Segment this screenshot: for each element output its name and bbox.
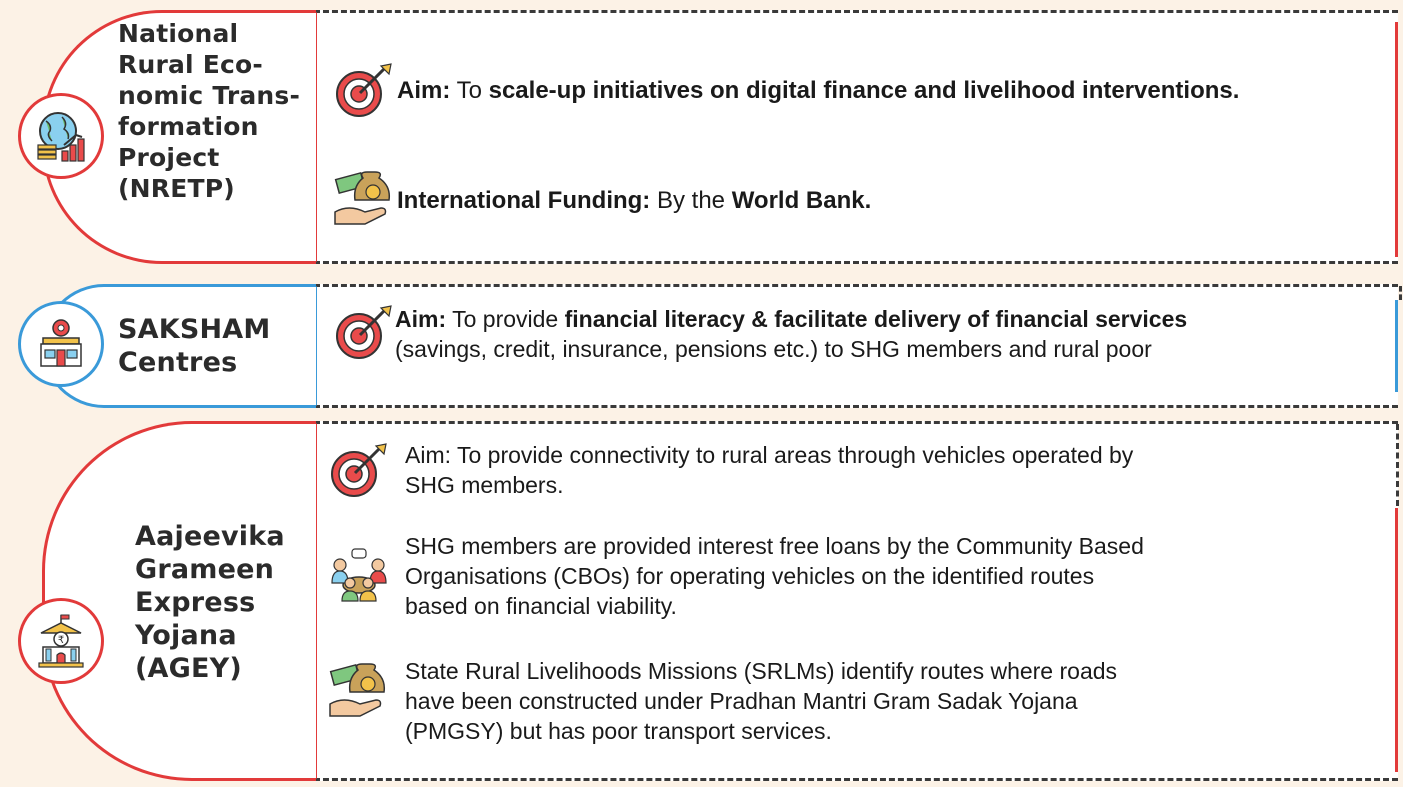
- saksham-aim-pre: To provide: [452, 306, 559, 332]
- nretp-aim-pre: To: [456, 77, 482, 104]
- saksham-aim-label: Aim:: [395, 306, 447, 332]
- agey-aim-item: Aim: To provide connectivity to rural ar…: [328, 440, 1133, 502]
- target-arrow-icon: [336, 63, 392, 117]
- group-meeting-icon: [331, 548, 387, 602]
- agey-loans-line-2: Organisations (CBOs) for operating vehic…: [405, 563, 1095, 589]
- saksham-left-dash: [1399, 286, 1402, 300]
- nretp-funding-item: International Funding: By the World Bank…: [333, 168, 871, 230]
- nretp-funding-pre: By the: [656, 187, 726, 214]
- nretp-icon-circle: [18, 93, 104, 179]
- agey-aim-line-1: Aim: To provide connectivity to rural ar…: [405, 442, 1134, 468]
- nretp-aim-item: Aim: To scale-up initiatives on digital …: [333, 60, 1239, 122]
- saksham-aim-bold: financial literacy & facilitate delivery…: [564, 306, 1188, 332]
- agey-routes-item: State Rural Livelihoods Missions (SRLMs)…: [328, 656, 1117, 746]
- nretp-aim-label: Aim:: [397, 77, 451, 104]
- agey-icon-circle: ₹: [18, 598, 104, 684]
- agey-loans-item: SHG members are provided interest free l…: [328, 531, 1144, 621]
- bank-gear-icon: [40, 319, 82, 367]
- agey-routes-line-2: have been constructed under Pradhan Mant…: [405, 688, 1078, 714]
- nretp-funding-label: International Funding:: [397, 187, 651, 214]
- globe-finance-icon: [37, 112, 85, 162]
- agey-routes-line-1: State Rural Livelihoods Missions (SRLMs)…: [405, 658, 1118, 684]
- agey-right-dash: [1396, 424, 1399, 506]
- nretp-right-bar: [1395, 22, 1398, 257]
- agey-loans-line-3: based on financial viability.: [405, 593, 677, 619]
- money-bag-hand-icon: [329, 663, 386, 717]
- agey-aim-line-2: SHG members.: [405, 472, 564, 498]
- saksham-aim-item: Aim: To provide financial literacy & fac…: [333, 302, 1187, 364]
- saksham-right-bar: [1395, 300, 1398, 392]
- target-arrow-icon: [336, 305, 392, 359]
- saksham-icon-circle: [18, 301, 104, 387]
- agey-loans-line-1: SHG members are provided interest free l…: [405, 533, 1144, 559]
- rupee-building-icon: ₹: [38, 614, 84, 668]
- nretp-funding-bold: World Bank.: [731, 187, 872, 214]
- svg-text:₹: ₹: [58, 635, 64, 646]
- agey-right-bar: [1395, 508, 1398, 772]
- saksham-title: SAKSHAM Centres: [118, 314, 271, 378]
- agey-routes-line-3: (PMGSY) but has poor transport services.: [405, 718, 832, 744]
- money-bag-hand-icon: [334, 171, 391, 225]
- target-arrow-icon: [331, 443, 387, 497]
- nretp-title: National Rural Eco- nomic Trans- formati…: [118, 19, 301, 203]
- nretp-aim-bold: scale-up initiatives on digital finance …: [488, 77, 1240, 104]
- saksham-aim-line2: (savings, credit, insurance, pensions et…: [395, 336, 1152, 362]
- agey-title: Aajeevika Grameen Express Yojana (AGEY): [135, 521, 285, 684]
